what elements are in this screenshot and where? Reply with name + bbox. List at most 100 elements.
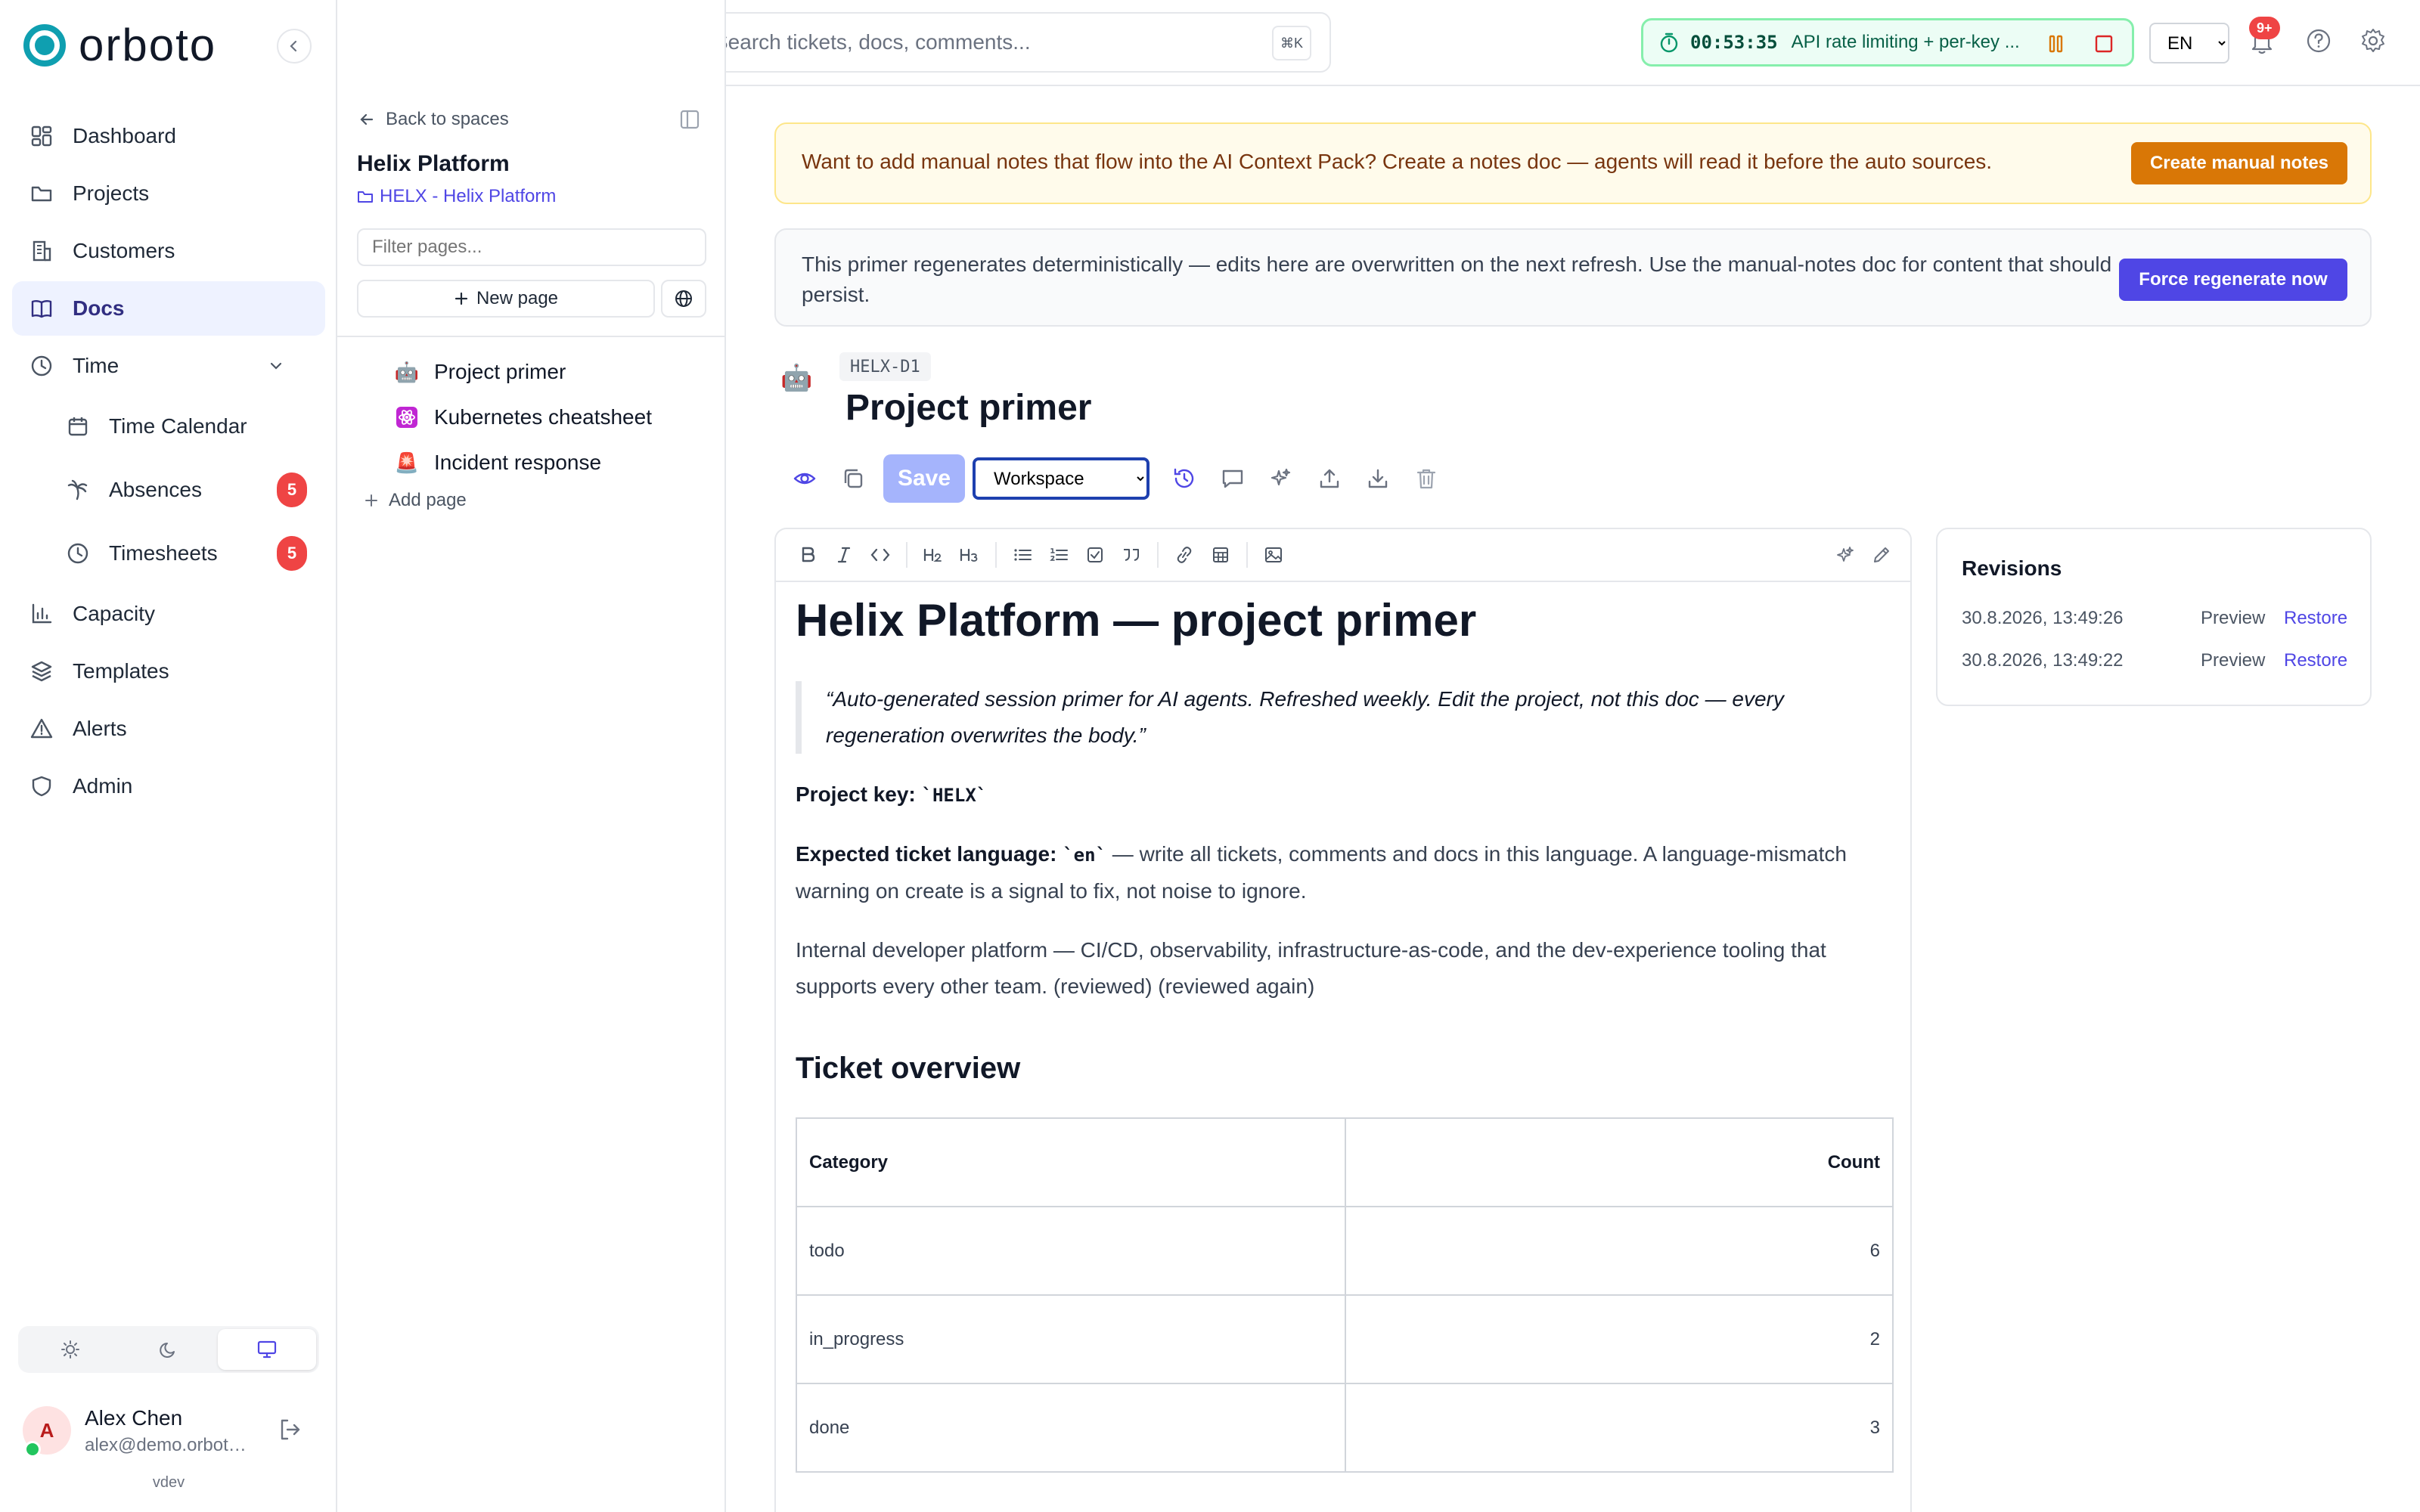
checklist-icon[interactable] — [1077, 537, 1113, 573]
new-page-button[interactable]: New page — [357, 280, 655, 318]
shield-icon — [29, 773, 54, 799]
trash-icon[interactable] — [1402, 454, 1450, 503]
space-project-label: HELX - Helix Platform — [380, 186, 557, 206]
nav-item-customers[interactable]: Customers — [12, 224, 325, 278]
quote-icon[interactable] — [1113, 537, 1150, 573]
stop-icon[interactable] — [2094, 34, 2114, 54]
nav-item-timesheets[interactable]: Timesheets 5 — [12, 523, 325, 584]
heading-2-icon[interactable] — [915, 537, 951, 573]
revision-item: 30.8.2026, 13:49:22 Preview Restore — [1962, 650, 2349, 671]
global-search[interactable]: Search tickets, docs, comments... ⌘K — [658, 12, 1331, 73]
page-item-incident-response[interactable]: 🚨 Incident response — [392, 442, 601, 484]
folder-icon — [29, 181, 54, 206]
save-button[interactable]: Save — [883, 454, 965, 503]
user-profile[interactable]: A Alex Chen alex@demo.orbot… — [23, 1403, 325, 1464]
force-regenerate-button[interactable]: Force regenerate now — [2119, 259, 2347, 301]
brand-logo[interactable]: orboto — [23, 23, 216, 68]
revision-preview-link[interactable]: Preview — [2201, 608, 2265, 629]
eye-icon[interactable] — [780, 454, 829, 503]
nav-label: Absences — [109, 478, 202, 501]
visibility-select[interactable]: Workspace — [973, 457, 1150, 500]
italic-icon[interactable] — [826, 537, 862, 573]
table-row: in_progress 2 — [796, 1294, 1894, 1384]
filter-pages-input[interactable] — [357, 228, 706, 266]
sun-icon — [60, 1340, 80, 1359]
page-item-label: Project primer — [434, 360, 566, 383]
space-project-link[interactable]: HELX - Helix Platform — [357, 186, 556, 207]
back-to-spaces-link[interactable]: Back to spaces — [358, 109, 509, 130]
revision-restore-link[interactable]: Restore — [2284, 608, 2347, 629]
upload-icon[interactable] — [1305, 454, 1354, 503]
table-header-row: Category Count — [796, 1117, 1894, 1207]
online-status-dot — [24, 1441, 41, 1458]
pencil-icon[interactable] — [1863, 537, 1900, 573]
page-item-project-primer[interactable]: 🤖 Project primer — [392, 351, 566, 393]
sparkles-icon[interactable] — [1257, 454, 1305, 503]
bar-chart-icon — [29, 601, 54, 627]
palm-tree-icon — [65, 477, 91, 503]
doc-emoji-icon[interactable]: 🤖 — [780, 363, 812, 393]
nav-item-capacity[interactable]: Capacity — [12, 587, 325, 641]
nav-item-dashboard[interactable]: Dashboard — [12, 109, 325, 163]
collapse-sidebar-button[interactable] — [277, 29, 312, 64]
table-cell-category: done — [796, 1383, 1346, 1473]
page-item-label: Kubernetes cheatsheet — [434, 405, 652, 429]
nav-item-absences[interactable]: Absences 5 — [12, 460, 325, 520]
nav-item-templates[interactable]: Templates — [12, 644, 325, 699]
nav-label: Admin — [73, 774, 133, 798]
heading-3-icon[interactable] — [951, 537, 988, 573]
page-item-kubernetes-cheatsheet[interactable]: Kubernetes cheatsheet — [392, 396, 652, 438]
copy-icon[interactable] — [829, 454, 877, 503]
nav-item-time[interactable]: Time — [12, 339, 325, 393]
timer-elapsed: 00:53:35 — [1690, 32, 1778, 53]
editor-body[interactable]: Helix Platform — project primer “Auto-ge… — [796, 590, 1894, 1473]
panel-collapse-icon[interactable] — [679, 109, 700, 130]
revision-restore-link[interactable]: Restore — [2284, 650, 2347, 671]
image-icon[interactable] — [1255, 537, 1292, 573]
running-timer[interactable]: 00:53:35 API rate limiting + per-key ... — [1641, 18, 2134, 67]
project-key-line: Project key: `HELX` — [796, 776, 1892, 813]
theme-system-button[interactable] — [218, 1329, 316, 1370]
code-icon[interactable] — [862, 537, 898, 573]
nav-label: Capacity — [73, 602, 155, 625]
bullet-list-icon[interactable] — [1004, 537, 1041, 573]
gear-icon[interactable] — [2360, 27, 2387, 54]
language-select[interactable]: EN — [2149, 23, 2229, 64]
ticket-language-label: Expected ticket language: — [796, 842, 1057, 866]
nav-item-admin[interactable]: Admin — [12, 759, 325, 813]
nav-label: Docs — [73, 296, 125, 320]
toolbar-divider — [995, 542, 997, 568]
table-icon[interactable] — [1202, 537, 1239, 573]
app-version: vdev — [152, 1474, 185, 1491]
doc-title[interactable]: Project primer — [845, 387, 1091, 429]
table-cell-category: in_progress — [796, 1294, 1346, 1384]
history-icon[interactable] — [1160, 454, 1208, 503]
revision-preview-link[interactable]: Preview — [2201, 650, 2265, 671]
logout-icon[interactable] — [277, 1417, 302, 1442]
theme-light-button[interactable] — [21, 1329, 119, 1370]
pause-icon[interactable] — [2047, 34, 2065, 54]
public-pages-button[interactable] — [661, 280, 706, 318]
user-email: alex@demo.orbot… — [85, 1435, 247, 1455]
folder-icon — [357, 188, 374, 205]
bold-icon[interactable] — [790, 537, 826, 573]
add-page-link[interactable]: Add page — [365, 490, 467, 511]
plus-icon — [454, 291, 469, 306]
download-icon[interactable] — [1354, 454, 1402, 503]
nav-item-projects[interactable]: Projects — [12, 166, 325, 221]
theme-dark-button[interactable] — [119, 1329, 218, 1370]
nav-label: Timesheets — [109, 541, 218, 565]
create-manual-notes-button[interactable]: Create manual notes — [2131, 142, 2347, 184]
doc-editor[interactable]: Helix Platform — project primer “Auto-ge… — [774, 528, 1912, 1512]
ai-assist-icon[interactable] — [1827, 537, 1863, 573]
brand-name: orboto — [79, 20, 217, 70]
toolbar-divider — [906, 542, 908, 568]
nav-item-docs[interactable]: Docs — [12, 281, 325, 336]
layers-icon — [29, 658, 54, 684]
link-icon[interactable] — [1166, 537, 1202, 573]
help-icon[interactable] — [2305, 27, 2332, 54]
comment-icon[interactable] — [1208, 454, 1257, 503]
numbered-list-icon[interactable] — [1041, 537, 1077, 573]
nav-item-time-calendar[interactable]: Time Calendar — [12, 396, 325, 457]
nav-item-alerts[interactable]: Alerts — [12, 702, 325, 756]
